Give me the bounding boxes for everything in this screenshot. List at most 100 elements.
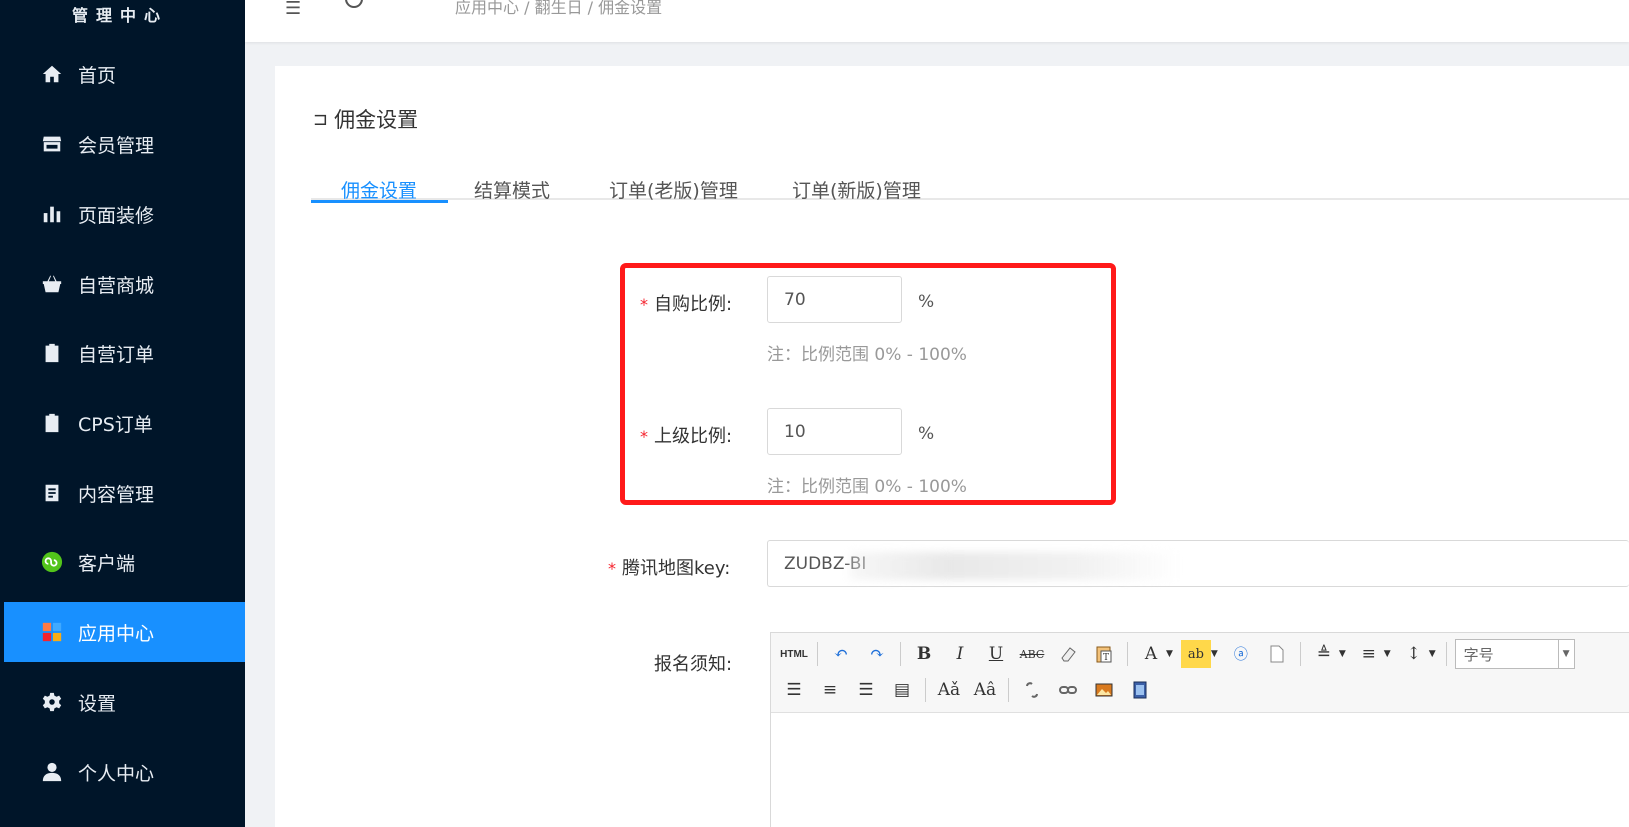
row-spacing-top-caret[interactable]: ▼	[1339, 649, 1346, 659]
user-icon	[40, 760, 64, 784]
html-source-button[interactable]: HTML	[779, 640, 809, 668]
toolbar-divider	[900, 642, 901, 666]
toolbar-row-2: ☰ ≡ ☰ ▤ Aǎ Aâ	[779, 673, 1161, 707]
sidebar-item-label: 内容管理	[78, 483, 155, 506]
top-header: ☰ 应用中心 / 翻生日 / 佣金设置	[245, 0, 1629, 42]
italic-icon[interactable]: I	[945, 640, 975, 668]
back-link[interactable]: ⊐ 佣金设置	[313, 104, 418, 134]
sidebar-item-label: CPS订单	[78, 413, 153, 436]
clipboard-icon	[40, 341, 64, 365]
sidebar-item-members[interactable]: 会员管理	[0, 114, 245, 174]
apps-icon	[40, 620, 64, 644]
required-mark: *	[608, 559, 616, 578]
shopping-basket-icon	[40, 272, 64, 296]
store-icon	[40, 132, 64, 156]
sidebar-item-label: 自营订单	[78, 343, 155, 366]
sidebar-item-label: 页面装修	[78, 204, 155, 227]
font-size-select[interactable]: 字号 ▼	[1454, 639, 1575, 669]
breadcrumb: 应用中心 / 翻生日 / 佣金设置	[455, 0, 663, 17]
self-ratio-label: * 自购比例:	[640, 290, 732, 316]
font-color-icon[interactable]: A	[1136, 640, 1166, 668]
font-color-caret[interactable]: ▼	[1166, 649, 1173, 659]
underline-icon[interactable]: U	[981, 640, 1011, 668]
redaction-blur	[850, 552, 1180, 580]
clipboard-icon	[40, 411, 64, 435]
sidebar-item-home[interactable]: 首页	[0, 44, 245, 104]
toolbar-divider	[1008, 678, 1009, 702]
miniprogram-icon	[40, 550, 64, 574]
align-center-icon[interactable]: ≡	[815, 676, 845, 704]
refresh-icon[interactable]	[345, 0, 363, 8]
required-mark: *	[640, 295, 648, 314]
parent-ratio-hint: 注：比例范围 0% - 100%	[767, 477, 967, 497]
notice-label: 报名须知:	[654, 654, 733, 675]
bold-icon[interactable]: B	[909, 640, 939, 668]
self-ratio-unit: %	[918, 292, 935, 312]
self-ratio-input[interactable]: 70	[767, 276, 902, 323]
redo-icon[interactable]: ↷	[862, 640, 892, 668]
strikethrough-icon[interactable]: ABC	[1017, 640, 1047, 668]
parent-ratio-input[interactable]: 10	[767, 408, 902, 455]
tab-orders-new[interactable]: 订单(新版)管理	[792, 176, 921, 203]
blank-page-icon[interactable]	[1262, 640, 1292, 668]
toolbar-divider	[925, 678, 926, 702]
sidebar-item-label: 自营商城	[78, 274, 155, 297]
bar-chart-icon	[40, 202, 64, 226]
link-icon[interactable]	[1053, 676, 1083, 704]
font-size-select-value: 字号	[1463, 645, 1494, 664]
video-icon[interactable]	[1125, 676, 1155, 704]
image-icon[interactable]	[1089, 676, 1119, 704]
sidebar-item-label: 设置	[78, 692, 117, 715]
eraser-icon[interactable]	[1053, 640, 1083, 668]
sidebar-item-self-orders[interactable]: 自营订单	[0, 323, 245, 383]
map-key-label: * 腾讯地图key:	[608, 554, 730, 580]
align-justify-icon[interactable]: ▤	[887, 676, 917, 704]
document-icon	[40, 481, 64, 505]
tab-settlement-mode[interactable]: 结算模式	[474, 176, 550, 203]
paste-text-icon[interactable]: T	[1089, 640, 1119, 668]
tab-active-indicator	[311, 200, 448, 203]
line-height-caret[interactable]: ▼	[1429, 649, 1436, 659]
highlight-color-icon[interactable]: ab	[1180, 640, 1211, 668]
toolbar-divider	[1299, 642, 1301, 666]
unlink-icon[interactable]	[1017, 676, 1047, 704]
return-icon: ⊐	[313, 108, 329, 130]
highlight-caret[interactable]: ▼	[1211, 649, 1218, 659]
row-spacing-bottom-caret[interactable]: ▼	[1384, 649, 1391, 659]
map-key-label-text: 腾讯地图key:	[622, 558, 731, 579]
toolbar-divider	[1127, 642, 1128, 666]
home-icon	[40, 62, 64, 86]
row-spacing-bottom-icon[interactable]: ≡	[1354, 640, 1384, 668]
sidebar-item-content[interactable]: 内容管理	[0, 463, 245, 523]
lowercase-icon[interactable]: Aâ	[970, 676, 1000, 704]
sidebar-item-label: 首页	[78, 64, 117, 87]
sidebar-item-cps-orders[interactable]: CPS订单	[0, 393, 245, 453]
align-right-icon[interactable]: ☰	[851, 676, 881, 704]
self-ratio-label-text: 自购比例:	[654, 294, 733, 315]
menu-toggle-icon[interactable]: ☰	[285, 0, 301, 19]
align-left-icon[interactable]: ☰	[779, 676, 809, 704]
page-title: 佣金设置	[334, 108, 419, 132]
brand-title: 管理中心	[71, 6, 168, 25]
tab-orders-old[interactable]: 订单(老版)管理	[609, 176, 738, 203]
tab-commission-settings[interactable]: 佣金设置	[341, 176, 417, 203]
sidebar-item-label: 应用中心	[78, 622, 155, 645]
sidebar-item-mall[interactable]: 自营商城	[0, 254, 245, 314]
line-height-icon[interactable]: ↕	[1399, 640, 1429, 668]
row-spacing-top-icon[interactable]: ≜	[1309, 640, 1339, 668]
sidebar-item-settings[interactable]: 设置	[0, 672, 245, 732]
toolbar-row-1: HTML ↶ ↷ B I U ABC T A ▼ ab ▼ ⓐ ≜ ▼ ≡ ▼ ↕ ▼ 字…	[779, 637, 1575, 671]
sidebar-item-label: 客户端	[78, 552, 136, 575]
sidebar-item-client[interactable]: 客户端	[0, 532, 245, 592]
parent-ratio-unit: %	[918, 424, 935, 444]
chevron-down-icon: ▼	[1557, 640, 1574, 668]
text-box-icon[interactable]: ⓐ	[1226, 640, 1256, 668]
undo-icon[interactable]: ↶	[826, 640, 856, 668]
parent-ratio-label-text: 上级比例:	[654, 426, 733, 447]
editor-toolbar: HTML ↶ ↷ B I U ABC T A ▼ ab ▼ ⓐ ≜ ▼ ≡ ▼ ↕ ▼ 字…	[771, 633, 1629, 713]
sidebar-item-app-center[interactable]: 应用中心	[4, 602, 245, 662]
sidebar-item-profile[interactable]: 个人中心	[0, 742, 245, 802]
sidebar-item-page-decoration[interactable]: 页面装修	[0, 184, 245, 244]
uppercase-icon[interactable]: Aǎ	[934, 676, 964, 704]
rich-text-editor[interactable]: HTML ↶ ↷ B I U ABC T A ▼ ab ▼ ⓐ ≜ ▼ ≡ ▼ ↕ ▼ 字…	[770, 632, 1629, 827]
